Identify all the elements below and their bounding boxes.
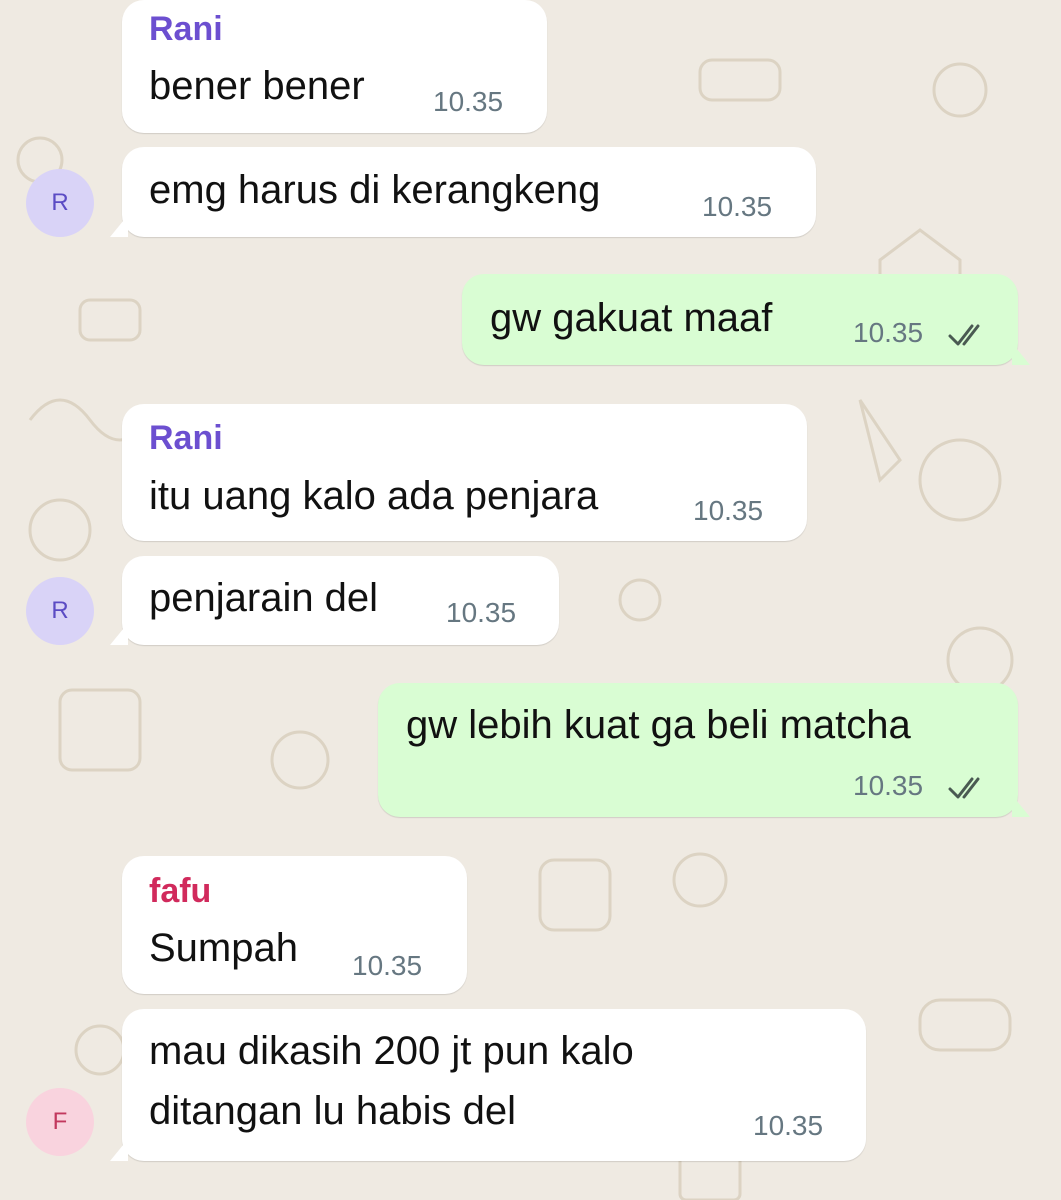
avatar[interactable]: F: [26, 1088, 94, 1156]
sender-name: fafu: [149, 872, 212, 910]
message-bubble-outgoing[interactable]: gw gakuat maaf 10.35: [462, 274, 1030, 365]
message-text-line: mau dikasih 200 jt pun kalo: [149, 1029, 634, 1073]
message-time: 10.35: [433, 86, 504, 117]
message-bubble-incoming[interactable]: emg harus di kerangkeng 10.35: [110, 147, 816, 237]
message-time: 10.35: [352, 950, 423, 981]
message-time: 10.35: [853, 770, 924, 801]
avatar-initial: F: [52, 1108, 68, 1135]
message-text: gw gakuat maaf: [490, 296, 773, 340]
message-text: itu uang kalo ada penjara: [149, 474, 599, 518]
message-text: penjarain del: [149, 576, 379, 620]
avatar-initial: R: [51, 189, 69, 216]
message-time: 10.35: [753, 1110, 824, 1141]
message-text: gw lebih kuat ga beli matcha: [406, 703, 911, 747]
double-check-icon: [948, 324, 980, 346]
sender-name: Rani: [149, 10, 223, 48]
message-text: Sumpah: [149, 926, 298, 970]
message-bubble-incoming[interactable]: penjarain del 10.35: [110, 556, 559, 645]
message-text-line: ditangan lu habis del: [149, 1089, 516, 1133]
message-time: 10.35: [853, 317, 924, 348]
message-time: 10.35: [446, 597, 517, 628]
avatar[interactable]: R: [26, 169, 94, 237]
message-text: bener bener: [149, 64, 365, 108]
message-time: 10.35: [693, 495, 764, 526]
sender-name: Rani: [149, 419, 223, 457]
message-bubble-incoming[interactable]: Rani bener bener 10.35: [122, 0, 547, 133]
message-time: 10.35: [702, 191, 773, 222]
message-bubble-incoming[interactable]: fafu Sumpah 10.35: [122, 856, 467, 994]
avatar-initial: R: [51, 597, 69, 624]
message-text: emg harus di kerangkeng: [149, 168, 601, 212]
message-bubble-incoming[interactable]: Rani itu uang kalo ada penjara 10.35: [122, 404, 807, 541]
avatar[interactable]: R: [26, 577, 94, 645]
double-check-icon: [948, 777, 980, 799]
message-bubble-outgoing[interactable]: gw lebih kuat ga beli matcha 10.35: [378, 683, 1030, 817]
message-bubble-incoming[interactable]: mau dikasih 200 jt pun kalo ditangan lu …: [110, 1009, 866, 1161]
